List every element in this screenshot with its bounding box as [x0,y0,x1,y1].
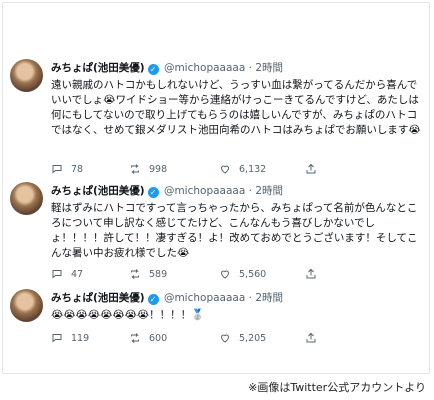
avatar[interactable] [10,182,43,215]
like-count: 5,205 [239,332,267,344]
retweet-icon [131,333,139,343]
retweet-button[interactable]: 998 [129,163,167,175]
share-button[interactable] [305,268,317,280]
reply-button[interactable]: 47 [51,268,83,280]
retweet-count: 589 [149,268,168,280]
share-icon [306,268,316,279]
verified-badge-icon: ✓ [147,64,159,75]
handle[interactable]: @michopaaaaa [164,292,245,304]
verified-badge-icon: ✓ [147,187,159,198]
tweet-actions: 119 600 5,205 [51,332,421,346]
retweet-count: 998 [149,163,168,175]
timestamp[interactable]: · 2時間 [249,62,283,74]
retweet-count: 600 [149,332,168,344]
retweet-button[interactable]: 589 [129,268,167,280]
reply-icon [52,165,62,174]
tweet-header: みちょぱ(池田美優) ✓ @michopaaaaa · 2時間 [51,184,283,198]
tweet-actions: 78 998 6,132 [51,163,421,177]
like-icon [220,165,230,174]
like-button[interactable]: 5,205 [219,332,266,344]
handle[interactable]: @michopaaaaa [164,62,245,74]
reply-icon [52,270,62,279]
avatar[interactable] [10,59,43,92]
tweet-text: 😭😭😭😭😭😭😭😭！！！！🥈 [51,309,205,321]
avatar[interactable] [10,289,43,322]
tweet-header: みちょぱ(池田美優) ✓ @michopaaaaa · 2時間 [51,61,283,75]
like-icon [220,270,230,279]
reply-count: 78 [71,163,84,175]
like-button[interactable]: 6,132 [219,163,266,175]
tweet-text: 軽はずみにハトコですって言っちゃったから、みちょぱって名前が色んなところについて… [51,202,418,259]
share-icon [306,163,316,174]
retweet-button[interactable]: 600 [129,332,167,344]
display-name[interactable]: みちょぱ(池田美優) [51,62,145,74]
like-count: 5,560 [239,268,267,280]
tweet-header: みちょぱ(池田美優) ✓ @michopaaaaa · 2時間 [51,291,283,305]
reply-button[interactable]: 78 [51,163,83,175]
image-credit: ※画像はTwitter公式アカウントより [248,381,426,394]
tweet-actions: 47 589 5,560 [51,268,421,282]
display-name[interactable]: みちょぱ(池田美優) [51,292,145,304]
reply-count: 47 [71,268,84,280]
share-button[interactable] [305,332,317,344]
share-icon [306,332,316,343]
reply-count: 119 [71,332,90,344]
retweet-icon [131,269,139,279]
reply-icon [52,334,62,343]
verified-badge-icon: ✓ [147,294,159,305]
share-button[interactable] [305,163,317,175]
tweet-thread-card: みちょぱ(池田美優) ✓ @michopaaaaa · 2時間 遠い親戚のハトコか… [2,2,430,374]
handle[interactable]: @michopaaaaa [164,185,245,197]
retweet-icon [131,164,139,174]
reply-button[interactable]: 119 [51,332,89,344]
timestamp[interactable]: · 2時間 [249,292,283,304]
tweet-text: 遠い親戚のハトコかもしれないけど、うっすい血は繋がってるんだから喜んでいいでしょ… [51,79,421,136]
timestamp[interactable]: · 2時間 [249,185,283,197]
display-name[interactable]: みちょぱ(池田美優) [51,185,145,197]
like-count: 6,132 [239,163,267,175]
like-button[interactable]: 5,560 [219,268,266,280]
like-icon [220,334,230,343]
